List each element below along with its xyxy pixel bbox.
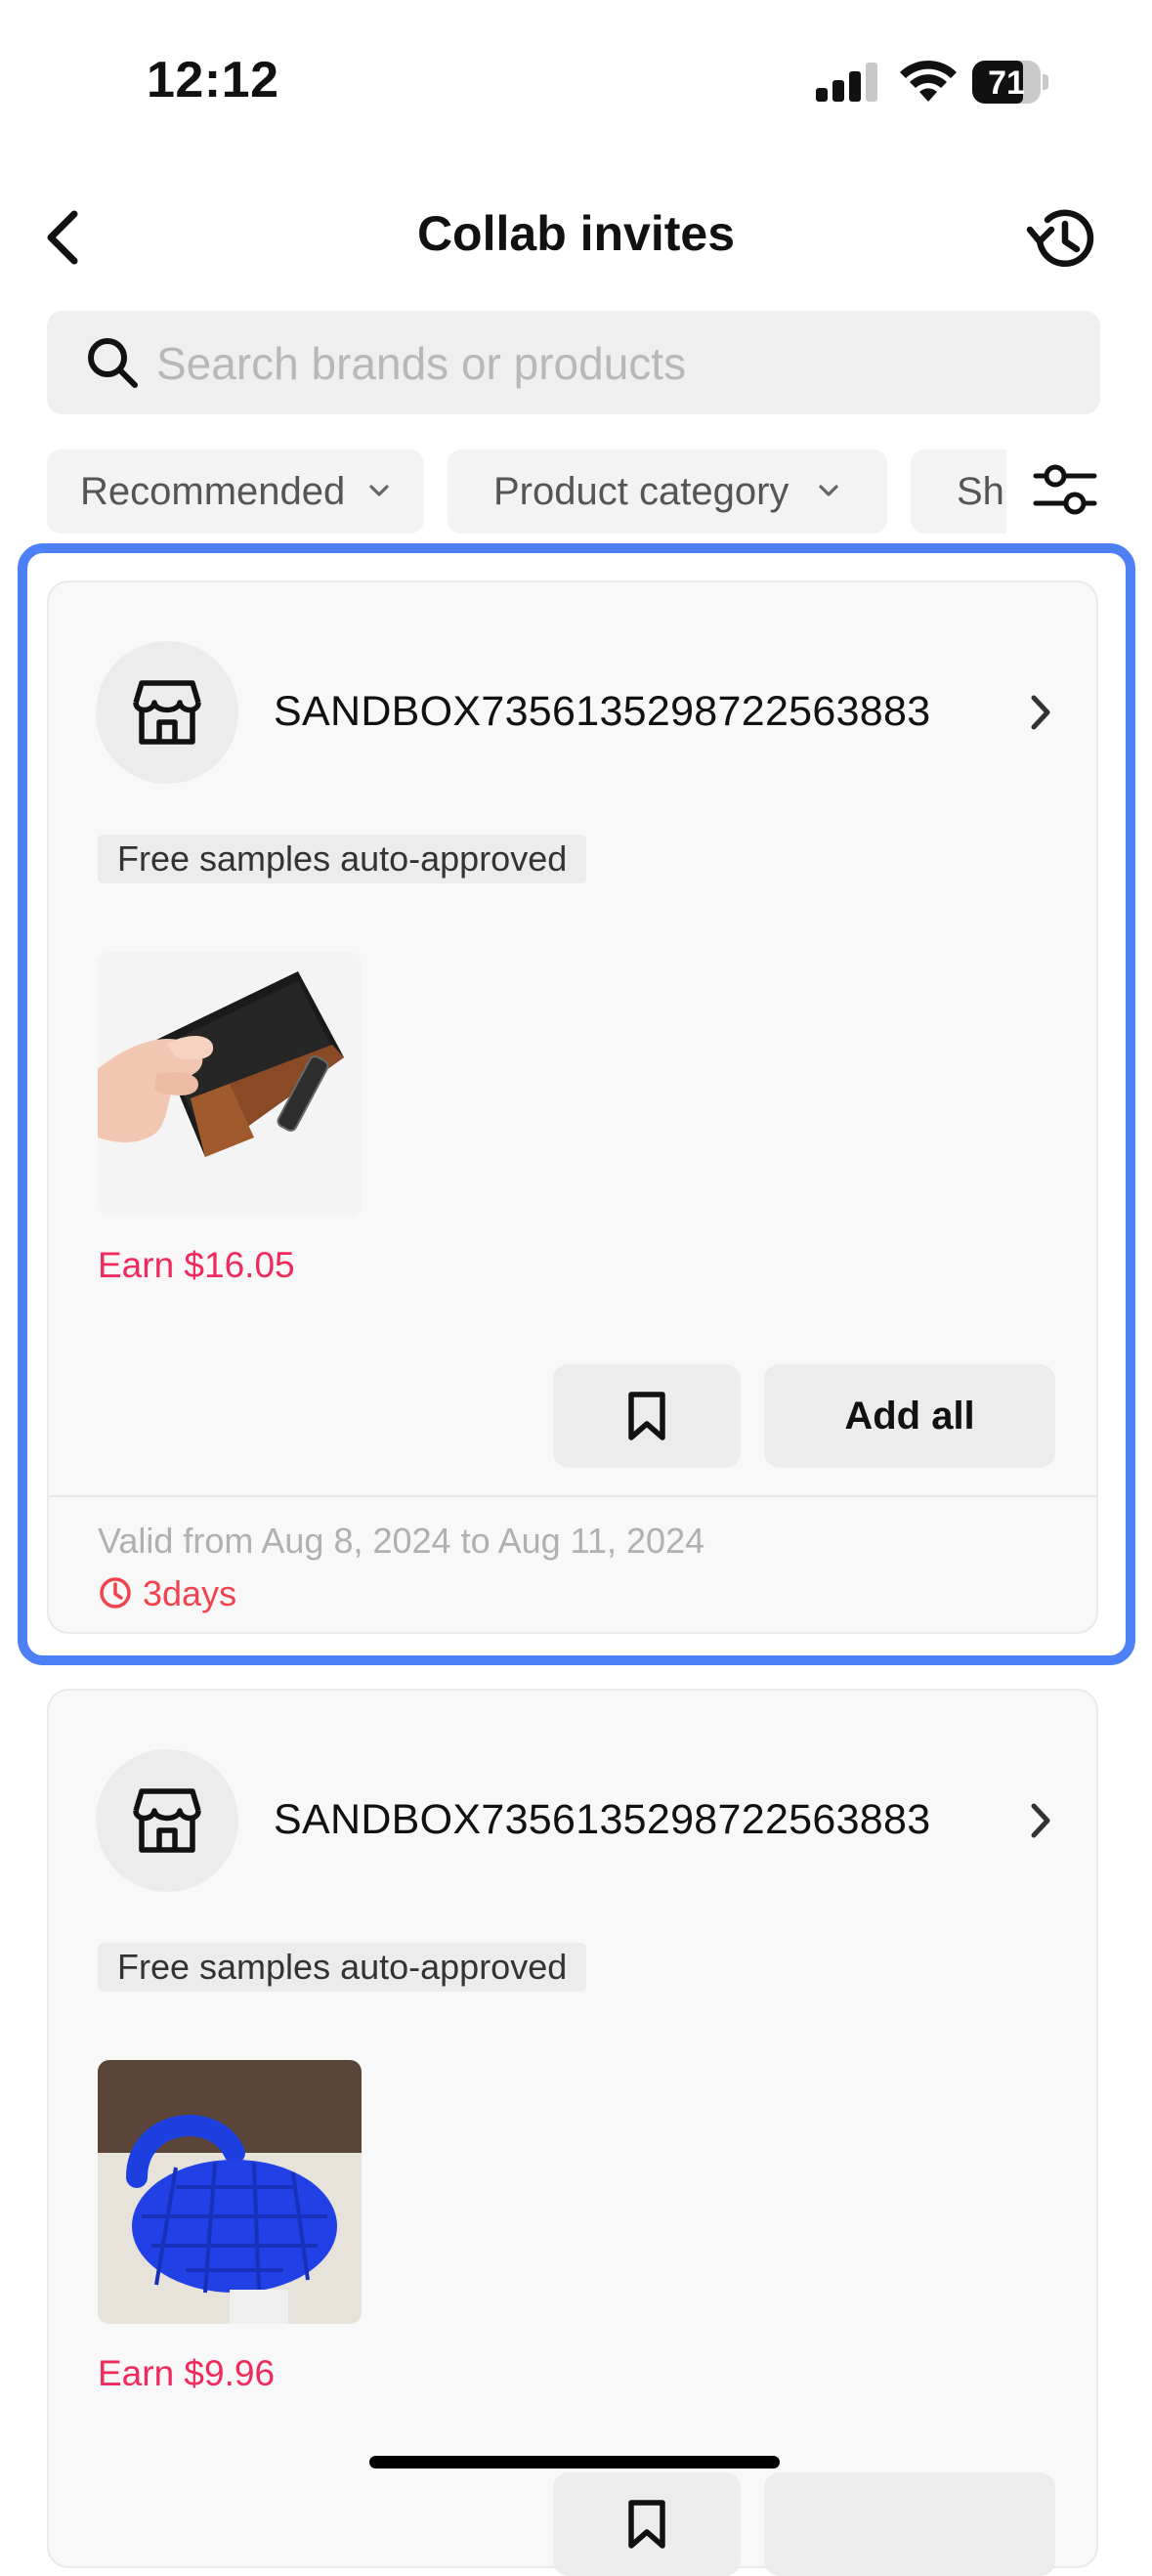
history-button[interactable] bbox=[1024, 200, 1102, 279]
history-icon bbox=[1026, 209, 1094, 267]
selection-highlight bbox=[18, 543, 1135, 1665]
status-icons: 71 bbox=[816, 59, 1050, 109]
page-title: Collab invites bbox=[416, 206, 736, 261]
invite-card[interactable]: SANDBOX7356135298722563883 Free samples … bbox=[47, 1689, 1098, 2576]
wifi-icon bbox=[900, 60, 957, 102]
bookmark-icon bbox=[628, 2500, 665, 2549]
home-indicator bbox=[369, 2456, 780, 2469]
chevron-right-icon[interactable] bbox=[1026, 1798, 1055, 1843]
save-bookmark-button[interactable] bbox=[553, 2472, 741, 2576]
filter-settings-button[interactable] bbox=[1030, 454, 1100, 525]
filter-recommended[interactable]: Recommended bbox=[47, 450, 424, 534]
status-time: 12:12 bbox=[147, 52, 279, 108]
earn-amount: Earn $9.96 bbox=[98, 2353, 276, 2393]
sliders-icon bbox=[1033, 464, 1097, 515]
add-all-button[interactable] bbox=[764, 2472, 1055, 2576]
battery-level: 71 bbox=[988, 64, 1025, 102]
shop-name[interactable]: SANDBOX7356135298722563883 bbox=[274, 1796, 930, 1844]
filter-recommended-label: Recommended bbox=[80, 470, 346, 513]
shop-icon bbox=[133, 1788, 201, 1853]
search-input[interactable] bbox=[154, 327, 1077, 400]
search-icon bbox=[84, 334, 141, 391]
free-samples-tag: Free samples auto-approved bbox=[98, 1943, 587, 1992]
filter-shop-label: Sh bbox=[957, 470, 1004, 513]
battery-icon: 71 bbox=[972, 61, 1048, 104]
chevron-down-icon bbox=[819, 485, 838, 496]
filter-product-category-label: Product category bbox=[493, 470, 789, 513]
chevron-down-icon bbox=[369, 485, 389, 496]
bag-image bbox=[98, 2060, 362, 2324]
filter-product-category[interactable]: Product category bbox=[448, 450, 887, 534]
product-thumbnail[interactable] bbox=[98, 2060, 362, 2324]
shop-avatar bbox=[96, 1749, 238, 1892]
